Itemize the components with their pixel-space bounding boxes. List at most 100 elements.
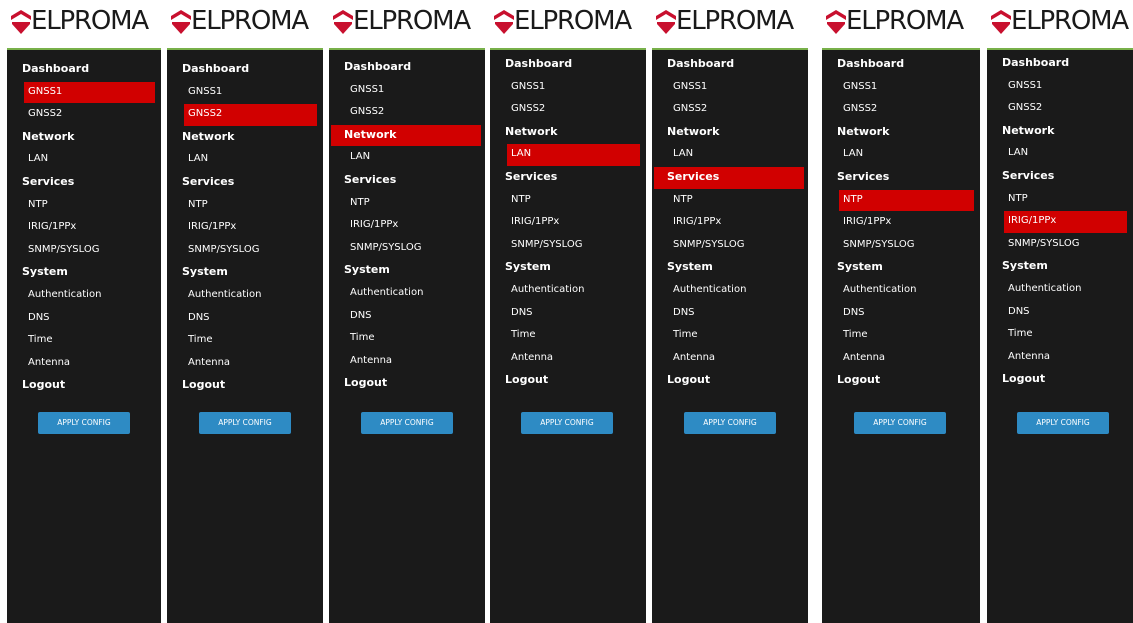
- menu-item-network[interactable]: Network: [329, 124, 485, 147]
- brand-logo[interactable]: ELPROMA: [7, 0, 161, 50]
- menu-item-services[interactable]: Services: [7, 171, 161, 194]
- menu-item-dns[interactable]: DNS: [987, 301, 1133, 324]
- menu-item-gnss2[interactable]: GNSS2: [652, 98, 808, 121]
- menu-item-lan[interactable]: LAN: [167, 148, 323, 171]
- brand-logo[interactable]: ELPROMA: [490, 0, 646, 50]
- menu-item-time[interactable]: Time: [490, 324, 646, 347]
- menu-item-dashboard[interactable]: Dashboard: [822, 53, 980, 76]
- menu-item-system[interactable]: System: [490, 256, 646, 279]
- menu-item-dns[interactable]: DNS: [7, 307, 161, 330]
- menu-item-dashboard[interactable]: Dashboard: [987, 52, 1133, 75]
- menu-item-time[interactable]: Time: [329, 327, 485, 350]
- brand-logo[interactable]: ELPROMA: [329, 0, 485, 50]
- menu-item-gnss2[interactable]: GNSS2: [822, 98, 980, 121]
- menu-item-time[interactable]: Time: [652, 324, 808, 347]
- menu-item-irig[interactable]: IRIG/1PPx: [822, 211, 980, 234]
- menu-item-snmp[interactable]: SNMP/SYSLOG: [329, 237, 485, 260]
- menu-item-ntp[interactable]: NTP: [822, 189, 980, 212]
- menu-item-dashboard[interactable]: Dashboard: [329, 56, 485, 79]
- menu-item-dns[interactable]: DNS: [167, 307, 323, 330]
- menu-item-authentication[interactable]: Authentication: [329, 282, 485, 305]
- menu-item-network[interactable]: Network: [987, 120, 1133, 143]
- menu-item-authentication[interactable]: Authentication: [490, 279, 646, 302]
- menu-item-network[interactable]: Network: [167, 126, 323, 149]
- brand-logo[interactable]: ELPROMA: [652, 0, 808, 50]
- menu-item-antenna[interactable]: Antenna: [7, 352, 161, 375]
- menu-item-gnss1[interactable]: GNSS1: [822, 76, 980, 99]
- menu-item-gnss2[interactable]: GNSS2: [490, 98, 646, 121]
- menu-item-ntp[interactable]: NTP: [987, 188, 1133, 211]
- menu-item-gnss1[interactable]: GNSS1: [490, 76, 646, 99]
- menu-item-ntp[interactable]: NTP: [490, 189, 646, 212]
- menu-item-dashboard[interactable]: Dashboard: [7, 58, 161, 81]
- menu-item-irig[interactable]: IRIG/1PPx: [7, 216, 161, 239]
- menu-item-network[interactable]: Network: [7, 126, 161, 149]
- menu-item-authentication[interactable]: Authentication: [7, 284, 161, 307]
- menu-item-time[interactable]: Time: [7, 329, 161, 352]
- menu-item-authentication[interactable]: Authentication: [822, 279, 980, 302]
- menu-item-authentication[interactable]: Authentication: [987, 278, 1133, 301]
- menu-item-dns[interactable]: DNS: [652, 302, 808, 325]
- menu-item-logout[interactable]: Logout: [329, 372, 485, 395]
- menu-item-irig[interactable]: IRIG/1PPx: [987, 210, 1133, 233]
- menu-item-services[interactable]: Services: [987, 165, 1133, 188]
- menu-item-logout[interactable]: Logout: [822, 369, 980, 392]
- menu-item-irig[interactable]: IRIG/1PPx: [490, 211, 646, 234]
- menu-item-dashboard[interactable]: Dashboard: [167, 58, 323, 81]
- menu-item-services[interactable]: Services: [490, 166, 646, 189]
- menu-item-snmp[interactable]: SNMP/SYSLOG: [167, 239, 323, 262]
- menu-item-system[interactable]: System: [329, 259, 485, 282]
- menu-item-system[interactable]: System: [7, 261, 161, 284]
- menu-item-gnss1[interactable]: GNSS1: [167, 81, 323, 104]
- menu-item-snmp[interactable]: SNMP/SYSLOG: [490, 234, 646, 257]
- menu-item-services[interactable]: Services: [329, 169, 485, 192]
- menu-item-snmp[interactable]: SNMP/SYSLOG: [822, 234, 980, 257]
- menu-item-dns[interactable]: DNS: [329, 305, 485, 328]
- menu-item-lan[interactable]: LAN: [7, 148, 161, 171]
- menu-item-lan[interactable]: LAN: [652, 143, 808, 166]
- menu-item-ntp[interactable]: NTP: [167, 194, 323, 217]
- menu-item-antenna[interactable]: Antenna: [987, 346, 1133, 369]
- menu-item-lan[interactable]: LAN: [490, 143, 646, 166]
- apply-config-button[interactable]: APPLY CONFIG: [1017, 412, 1109, 434]
- menu-item-gnss2[interactable]: GNSS2: [987, 97, 1133, 120]
- menu-item-system[interactable]: System: [822, 256, 980, 279]
- menu-item-irig[interactable]: IRIG/1PPx: [167, 216, 323, 239]
- menu-item-antenna[interactable]: Antenna: [329, 350, 485, 373]
- menu-item-services[interactable]: Services: [652, 166, 808, 189]
- menu-item-snmp[interactable]: SNMP/SYSLOG: [987, 233, 1133, 256]
- menu-item-services[interactable]: Services: [167, 171, 323, 194]
- apply-config-button[interactable]: APPLY CONFIG: [854, 412, 946, 434]
- menu-item-dashboard[interactable]: Dashboard: [652, 53, 808, 76]
- menu-item-gnss1[interactable]: GNSS1: [7, 81, 161, 104]
- menu-item-authentication[interactable]: Authentication: [652, 279, 808, 302]
- apply-config-button[interactable]: APPLY CONFIG: [521, 412, 613, 434]
- menu-item-gnss1[interactable]: GNSS1: [987, 75, 1133, 98]
- menu-item-irig[interactable]: IRIG/1PPx: [652, 211, 808, 234]
- menu-item-network[interactable]: Network: [490, 121, 646, 144]
- menu-item-system[interactable]: System: [167, 261, 323, 284]
- menu-item-logout[interactable]: Logout: [490, 369, 646, 392]
- menu-item-antenna[interactable]: Antenna: [652, 347, 808, 370]
- menu-item-gnss2[interactable]: GNSS2: [167, 103, 323, 126]
- menu-item-lan[interactable]: LAN: [987, 142, 1133, 165]
- brand-logo[interactable]: ELPROMA: [987, 0, 1133, 50]
- menu-item-lan[interactable]: LAN: [329, 146, 485, 169]
- menu-item-network[interactable]: Network: [652, 121, 808, 144]
- menu-item-logout[interactable]: Logout: [987, 368, 1133, 391]
- apply-config-button[interactable]: APPLY CONFIG: [38, 412, 130, 434]
- menu-item-network[interactable]: Network: [822, 121, 980, 144]
- menu-item-system[interactable]: System: [987, 255, 1133, 278]
- menu-item-antenna[interactable]: Antenna: [167, 352, 323, 375]
- menu-item-time[interactable]: Time: [167, 329, 323, 352]
- menu-item-antenna[interactable]: Antenna: [822, 347, 980, 370]
- menu-item-dashboard[interactable]: Dashboard: [490, 53, 646, 76]
- brand-logo[interactable]: ELPROMA: [167, 0, 323, 50]
- menu-item-logout[interactable]: Logout: [7, 374, 161, 397]
- menu-item-gnss1[interactable]: GNSS1: [329, 79, 485, 102]
- menu-item-snmp[interactable]: SNMP/SYSLOG: [652, 234, 808, 257]
- menu-item-logout[interactable]: Logout: [167, 374, 323, 397]
- menu-item-antenna[interactable]: Antenna: [490, 347, 646, 370]
- menu-item-logout[interactable]: Logout: [652, 369, 808, 392]
- menu-item-ntp[interactable]: NTP: [652, 189, 808, 212]
